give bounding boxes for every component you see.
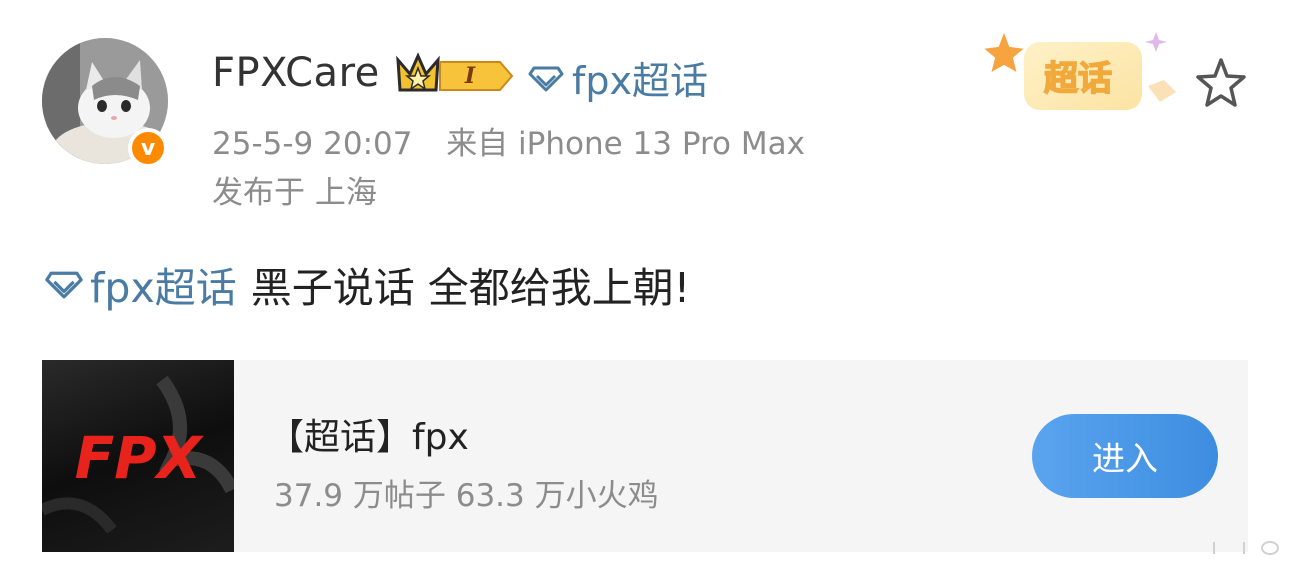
level-badge-text: I — [464, 63, 476, 89]
fpx-logo-icon: FPX — [42, 375, 234, 534]
body-text: 黑子说话 全都给我上朝! — [250, 264, 691, 312]
scroll-indicator — [1213, 541, 1279, 555]
timestamp: 25-5-9 20:07 — [212, 126, 413, 162]
super-topic-badge-text: 超话 — [1044, 59, 1112, 99]
topic-link-header[interactable]: fpx超话 — [528, 50, 708, 105]
post-location: 发布于 上海 — [212, 175, 377, 211]
username[interactable]: FPXCare — [212, 50, 380, 96]
post-body: fpx超话 黑子说话 全都给我上朝! — [44, 254, 690, 314]
super-topic-badge-icon[interactable]: 超话 — [980, 26, 1180, 122]
diamond-icon — [45, 271, 83, 299]
body-topic-link[interactable]: fpx超话 — [44, 254, 237, 314]
body-topic-link-label: fpx超话 — [90, 264, 237, 312]
post-source: 来自 iPhone 13 Pro Max — [446, 126, 805, 162]
topic-link-label: fpx超话 — [572, 59, 708, 103]
star-outline-icon[interactable] — [1194, 56, 1248, 110]
diamond-icon — [528, 66, 564, 91]
card-stats: 37.9 万帖子 63.3 万小火鸡 — [274, 478, 659, 514]
crown-icon: I — [396, 52, 514, 92]
post-meta: 25-5-9 20:07 来自 iPhone 13 Pro Max — [212, 118, 805, 163]
fpx-logo-thumbnail: FPX — [42, 360, 234, 552]
fpx-logo-text: FPX — [75, 424, 205, 492]
super-topic-card[interactable]: FPX 【超话】fpx 37.9 万帖子 63.3 万小火鸡 进入 — [42, 360, 1248, 552]
verified-badge-icon: v — [128, 128, 168, 168]
card-title: 【超话】fpx — [268, 417, 469, 458]
enter-button[interactable]: 进入 — [1032, 414, 1218, 498]
